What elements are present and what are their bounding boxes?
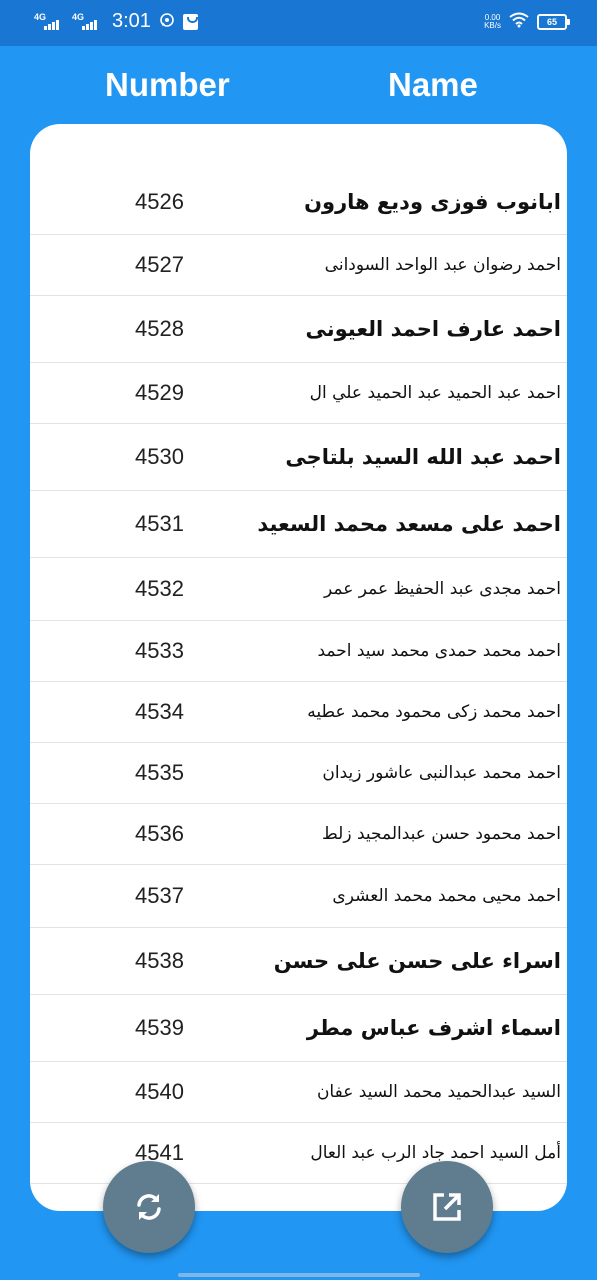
table-row[interactable]: 4534 احمد محمد زكى محمود محمد عطيه — [30, 682, 567, 743]
signal-icon: 4G — [34, 12, 64, 32]
table-row[interactable]: 4527 احمد رضوان عبد الواحد السودانى — [30, 235, 567, 296]
row-name: احمد رضوان عبد الواحد السودانى — [324, 255, 561, 275]
signal-icon: 4G — [72, 12, 102, 32]
table-row[interactable]: 4540 السيد عبدالحميد محمد السيد عفان — [30, 1062, 567, 1123]
table-row[interactable]: 4530 احمد عبد الله السيد بلتاجى — [30, 424, 567, 491]
row-number: 4533 — [135, 638, 184, 663]
row-name: السيد عبدالحميد محمد السيد عفان — [316, 1082, 561, 1102]
row-number: 4537 — [135, 883, 184, 908]
column-header-number: Number — [105, 66, 230, 103]
table-row[interactable]: 4529 احمد عبد الحميد عبد الحميد علي ال — [30, 363, 567, 424]
speed-unit: KB/s — [484, 21, 501, 30]
wifi-icon — [509, 12, 529, 32]
student-list[interactable]: 4526 ابانوب فوزى وديع هارون 4527 احمد رضوان… — [30, 170, 567, 1184]
list-card[interactable]: 4526 ابانوب فوزى وديع هارون 4527 احمد رضوان… — [30, 124, 567, 1211]
row-number: 4530 — [135, 444, 184, 469]
table-row[interactable]: 4535 احمد محمد عبدالنبى عاشور زيدان — [30, 743, 567, 804]
battery-icon: 65 — [537, 14, 570, 30]
status-bar: 4G 4G 3:01 0.00 KB/s 65 — [0, 0, 597, 46]
gesture-nav-bar[interactable] — [178, 1273, 420, 1277]
table-row[interactable]: 4533 احمد محمد حمدى محمد سيد احمد — [30, 621, 567, 682]
status-left: 4G 4G 3:01 — [34, 10, 198, 33]
table-row[interactable]: 4536 احمد محمود حسن عبدالمجيد زلط — [30, 804, 567, 865]
whatsapp-icon — [159, 12, 175, 32]
row-name: احمد عبد الحميد عبد الحميد علي ال — [309, 383, 561, 403]
row-number: 4529 — [135, 380, 184, 405]
row-number: 4539 — [135, 1015, 184, 1040]
status-right: 0.00 KB/s 65 — [484, 12, 570, 32]
row-name: احمد محيى محمد محمد العشرى — [332, 886, 561, 906]
row-number: 4527 — [135, 252, 184, 277]
row-name: ابانوب فوزى وديع هارون — [304, 190, 561, 214]
row-name: احمد محمد عبدالنبى عاشور زيدان — [322, 763, 561, 783]
open-in-new-icon — [433, 1193, 461, 1221]
table-row[interactable]: 4537 احمد محيى محمد محمد العشرى — [30, 865, 567, 928]
row-number: 4535 — [135, 760, 184, 785]
column-header-name: Name — [388, 66, 478, 103]
open-external-button[interactable] — [401, 1161, 493, 1253]
row-number: 4538 — [135, 948, 184, 973]
row-name: احمد محمود حسن عبدالمجيد زلط — [322, 824, 561, 844]
row-name: احمد مجدى عبد الحفيظ عمر عمر — [324, 579, 561, 599]
table-header: Number Name — [0, 62, 597, 108]
network-speed: 0.00 KB/s — [484, 14, 501, 30]
table-row[interactable]: 4528 احمد عارف احمد العيونى — [30, 296, 567, 363]
table-row[interactable]: 4539 اسماء اشرف عباس مطر — [30, 995, 567, 1062]
row-number: 4528 — [135, 316, 184, 341]
table-row[interactable]: 4526 ابانوب فوزى وديع هارون — [30, 170, 567, 235]
table-row[interactable]: 4538 اسراء على حسن على حسن — [30, 928, 567, 995]
row-number: 4531 — [135, 511, 184, 536]
row-number: 4540 — [135, 1079, 184, 1104]
row-name: اسراء على حسن على حسن — [273, 949, 561, 973]
row-number: 4534 — [135, 699, 184, 724]
table-row[interactable]: 4541 أمل السيد احمد جاد الرب عبد العال — [30, 1123, 567, 1184]
row-name: احمد عبد الله السيد بلتاجى — [285, 445, 561, 469]
row-number: 4532 — [135, 576, 184, 601]
row-name: احمد محمد حمدى محمد سيد احمد — [317, 641, 561, 661]
refresh-icon — [137, 1194, 161, 1220]
table-row[interactable]: 4531 احمد على مسعد محمد السعيد — [30, 491, 567, 558]
row-name: احمد على مسعد محمد السعيد — [257, 512, 561, 536]
row-number: 4526 — [135, 189, 184, 214]
clock: 3:01 — [112, 10, 151, 32]
refresh-button[interactable] — [103, 1161, 195, 1253]
row-number: 4536 — [135, 821, 184, 846]
row-name: احمد محمد زكى محمود محمد عطيه — [307, 702, 561, 722]
row-name: احمد عارف احمد العيونى — [305, 317, 561, 341]
bag-icon — [182, 13, 198, 30]
row-name: اسماء اشرف عباس مطر — [306, 1016, 561, 1040]
table-row[interactable]: 4532 احمد مجدى عبد الحفيظ عمر عمر — [30, 558, 567, 621]
